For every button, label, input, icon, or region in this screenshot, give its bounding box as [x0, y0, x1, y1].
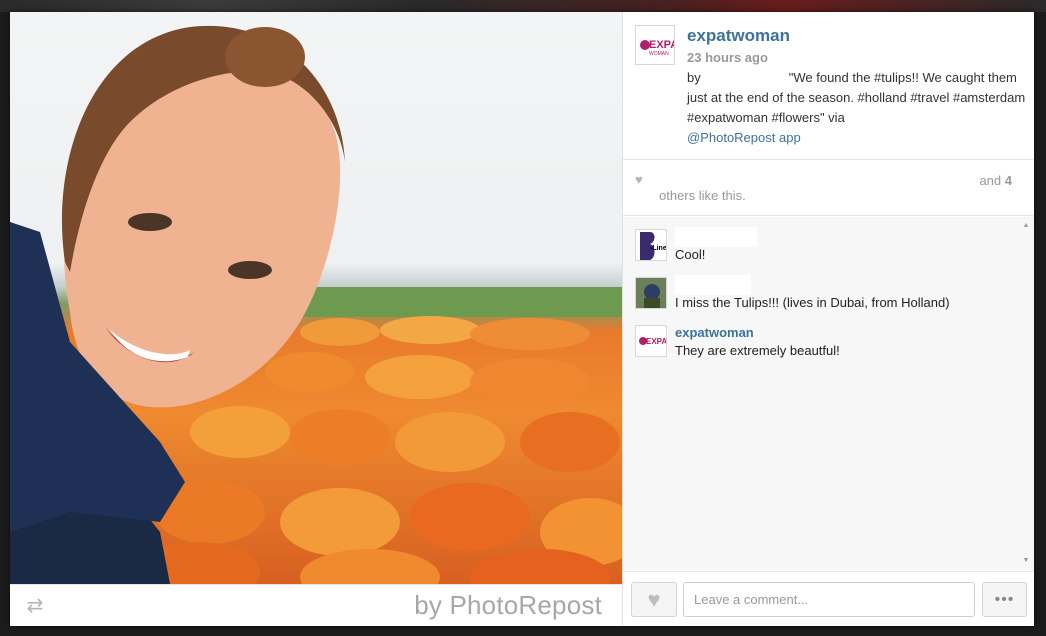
svg-text:EXPAT: EXPAT	[649, 39, 675, 51]
svg-text:EXPA: EXPA	[646, 337, 667, 346]
post-timestamp[interactable]: 23 hours ago	[687, 50, 768, 65]
comments-scrollbar[interactable]: ▲ ▼	[1020, 221, 1032, 566]
comment-text: Cool!	[675, 247, 706, 262]
comment-text: They are extremely beautful!	[675, 343, 840, 358]
photo-modal: ⇄ by PhotoRepost EXPAT WOMAN expatwoman …	[10, 12, 1034, 626]
caption-app-link[interactable]: app	[779, 130, 801, 145]
scroll-down-arrow-icon[interactable]: ▼	[1020, 556, 1032, 566]
like-button[interactable]: ♥	[631, 582, 677, 617]
likes-heart-icon: ♥	[635, 172, 643, 187]
post-actions: ♥ •••	[623, 573, 1034, 626]
caption-mention-link[interactable]: @PhotoRepost	[687, 130, 775, 145]
owner-username[interactable]: expatwoman	[687, 26, 790, 46]
comments-list[interactable]: -Line Cool! I miss the Tulips!!! (lives …	[623, 217, 1034, 572]
comment-username[interactable]	[675, 275, 751, 295]
comment-avatar[interactable]: EXPA	[635, 325, 667, 357]
comment-avatar[interactable]	[635, 277, 667, 309]
comment-item: -Line Cool!	[623, 225, 1018, 269]
comment-avatar[interactable]: -Line	[635, 229, 667, 261]
comment-item: EXPA expatwoman They are extremely beaut…	[623, 321, 1018, 365]
photo-pane: ⇄ by PhotoRepost	[10, 12, 622, 626]
owner-avatar[interactable]: EXPAT WOMAN	[635, 25, 675, 65]
heart-icon: ♥	[647, 587, 661, 612]
more-options-button[interactable]: •••	[982, 582, 1027, 617]
comment-username[interactable]: expatwoman	[675, 323, 754, 343]
ellipsis-icon: •••	[994, 591, 1015, 608]
svg-text:-Line: -Line	[650, 245, 667, 252]
comment-text: I miss the Tulips!!! (lives in Dubai, fr…	[675, 295, 950, 310]
likes-others-text: others like this.	[659, 188, 746, 203]
photo-footer: ⇄ by PhotoRepost	[10, 584, 622, 626]
likes-bar: ♥ and 4 others like this.	[623, 160, 1034, 216]
post-photo[interactable]	[10, 12, 622, 584]
likes-count[interactable]: and 4	[979, 173, 1012, 188]
photorepost-watermark: by PhotoRepost	[414, 590, 602, 620]
post-header: EXPAT WOMAN expatwoman 23 hours ago by"W…	[623, 12, 1034, 160]
background-page	[0, 0, 1046, 12]
post-details-pane: EXPAT WOMAN expatwoman 23 hours ago by"W…	[622, 12, 1034, 626]
repost-icon[interactable]: ⇄	[22, 595, 48, 617]
post-caption: by "We found the #tulips!! We caught them…	[687, 68, 1027, 148]
comment-input[interactable]	[683, 582, 975, 617]
caption-text: "We found the #tulips!! We caught them j…	[687, 70, 1026, 125]
comment-username[interactable]	[675, 227, 757, 247]
svg-text:WOMAN: WOMAN	[649, 51, 669, 57]
caption-by: by	[687, 70, 701, 85]
scroll-up-arrow-icon[interactable]: ▲	[1020, 221, 1032, 231]
comment-item: I miss the Tulips!!! (lives in Dubai, fr…	[623, 273, 1018, 317]
